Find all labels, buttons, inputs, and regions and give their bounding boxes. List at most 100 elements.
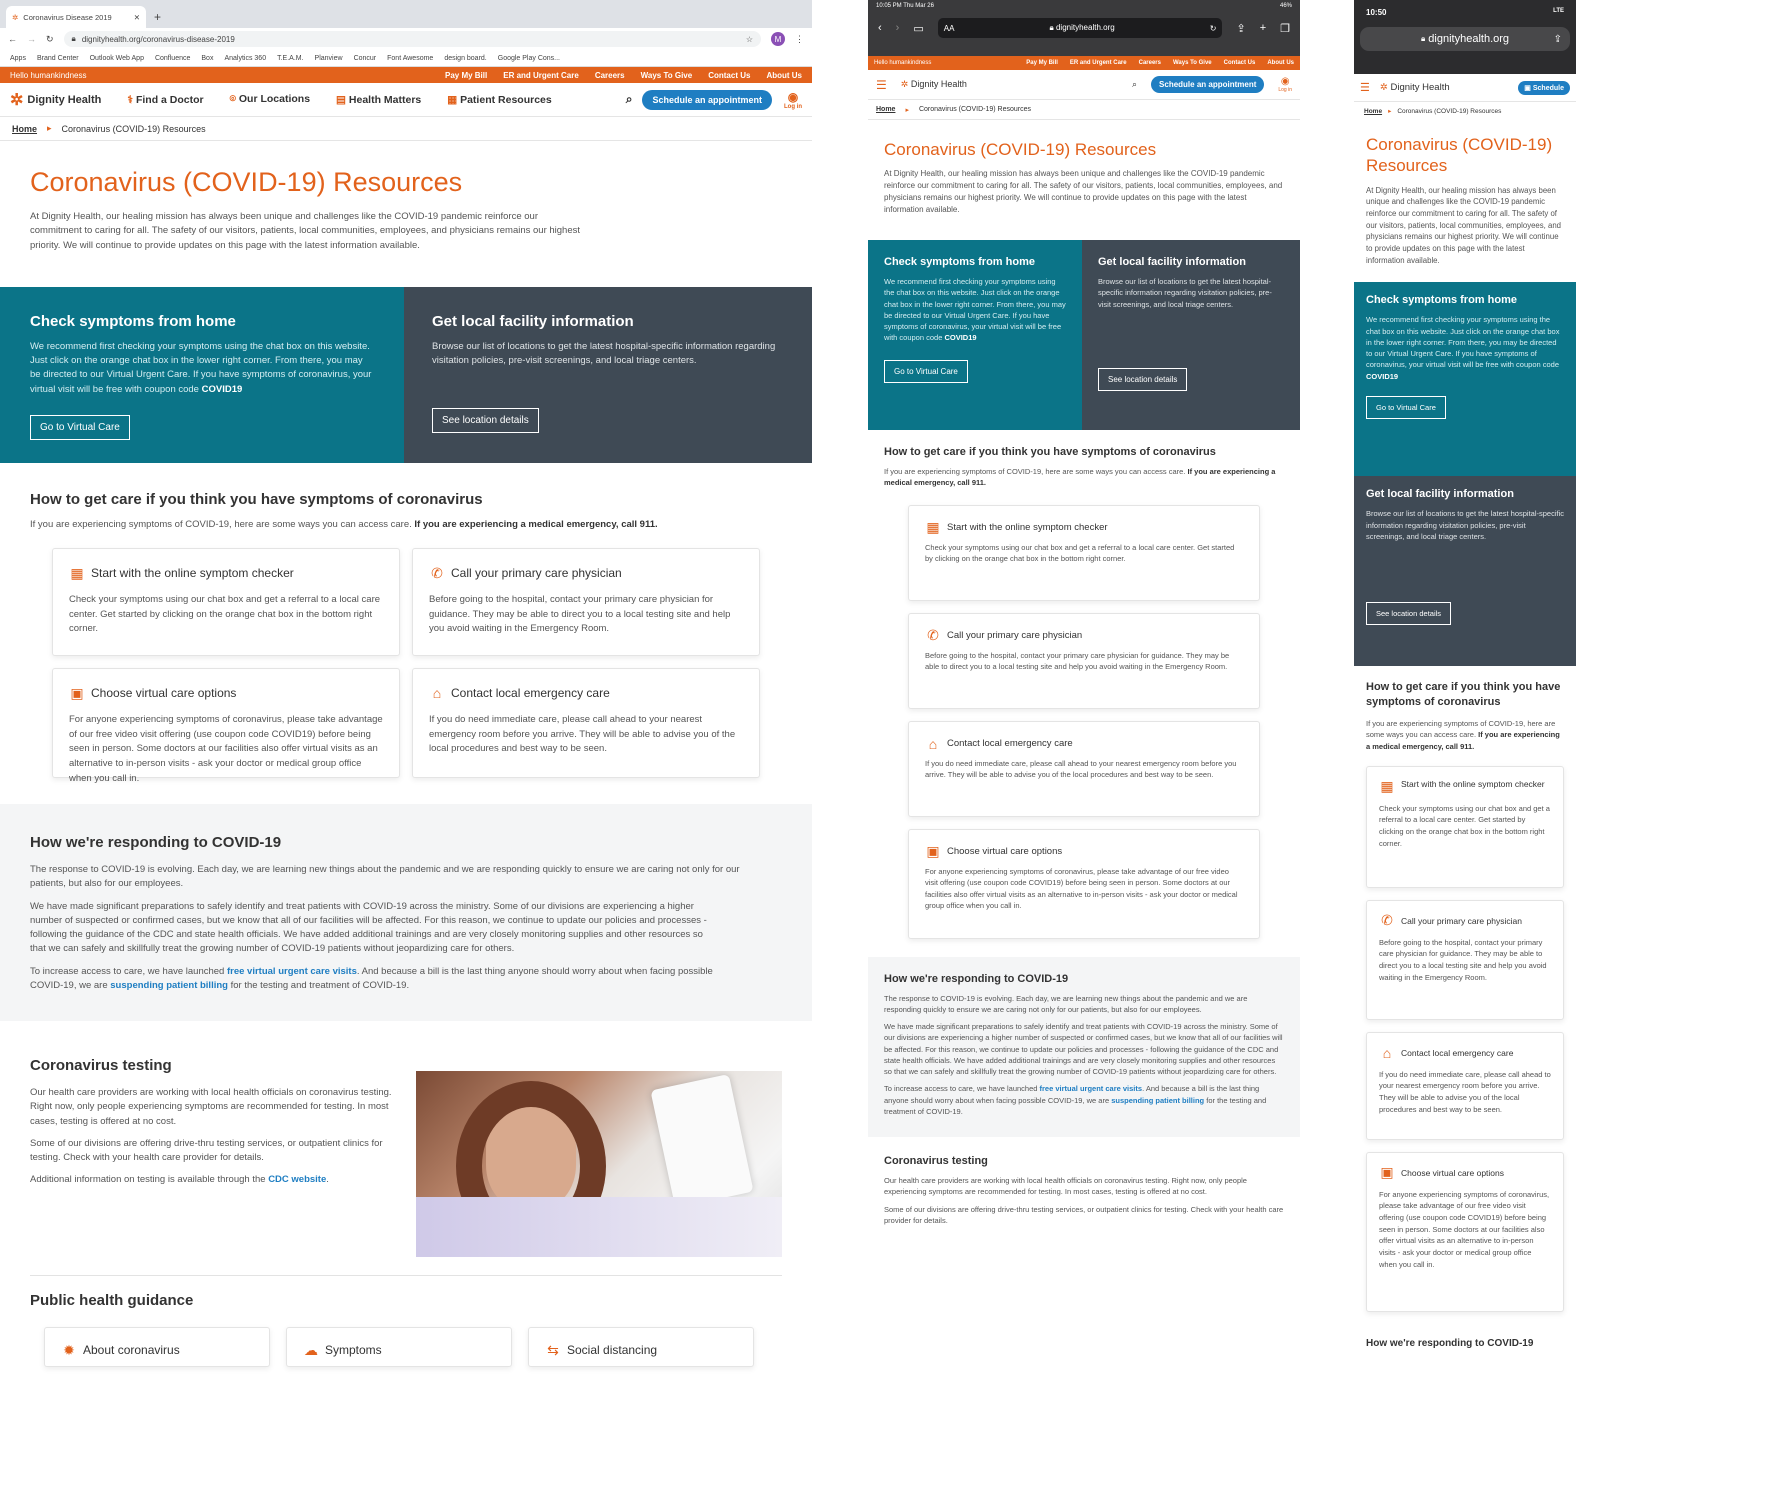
back-icon[interactable]: ‹ <box>878 22 882 34</box>
main-nav: ✲ Dignity Health ⚕ Find a Doctor ⌾ Our L… <box>0 83 812 117</box>
care-card[interactable]: ✆ Call your primary care physician Before … <box>908 612 1260 709</box>
bookmarks-icon[interactable]: ▭ <box>913 22 923 35</box>
bookmark-item[interactable]: design board. <box>444 55 486 62</box>
bookmark-item[interactable]: Concur <box>354 55 377 62</box>
reload-icon[interactable]: ↻ <box>46 34 54 45</box>
schedule-appointment-button[interactable]: Schedule an appointment <box>642 89 772 110</box>
login-button[interactable]: ◉ Log in <box>1278 76 1292 93</box>
location-details-button[interactable]: See location details <box>1098 367 1188 391</box>
card-title: Call your primary care physician <box>947 630 1083 641</box>
virtual-care-button[interactable]: Go to Virtual Care <box>1366 395 1446 419</box>
billing-link[interactable]: suspending patient billing <box>110 980 228 991</box>
care-card[interactable]: ⌂ Contact local emergency care If you do n… <box>1366 1031 1564 1140</box>
menu-dots-icon[interactable]: ⋮ <box>795 34 804 45</box>
bookmark-item[interactable]: Brand Center <box>37 55 79 62</box>
care-card[interactable]: ▦ Start with the online symptom checker Ch… <box>52 548 400 656</box>
nav-health-matters[interactable]: ▤ Health Matters <box>336 94 421 106</box>
location-details-button[interactable]: See location details <box>1366 602 1452 626</box>
search-icon[interactable]: ⌕ <box>1132 79 1137 90</box>
virtual-care-button[interactable]: Go to Virtual Care <box>30 414 130 440</box>
schedule-label: Schedule <box>1532 84 1564 92</box>
guidance-card[interactable]: ⇆ Social distancing <box>528 1327 754 1367</box>
utility-link[interactable]: Ways To Give <box>1173 60 1212 66</box>
responding-section: How we're responding to COVID-19 The res… <box>0 804 812 1021</box>
url-wrap: 🔒︎ dignityhealth.org <box>1049 23 1114 33</box>
share-icon[interactable]: ⇪ <box>1236 22 1245 35</box>
breadcrumb-home[interactable]: Home <box>12 124 37 134</box>
bookmark-item[interactable]: T.E.A.M. <box>277 55 303 62</box>
care-card[interactable]: ▣ Choose virtual care options For anyone e… <box>1366 1151 1564 1312</box>
brand-logo[interactable]: ✲ Dignity Health <box>10 90 101 110</box>
avatar[interactable]: M <box>771 32 785 46</box>
bookmark-item[interactable]: Apps <box>10 55 26 62</box>
bookmark-item[interactable]: Google Play Cons... <box>498 55 560 62</box>
card-title: Start with the online symptom checker <box>1401 778 1545 789</box>
billing-link[interactable]: suspending patient billing <box>1111 1096 1204 1105</box>
breadcrumb-home[interactable]: Home <box>876 106 895 113</box>
virtual-care-button[interactable]: Go to Virtual Care <box>884 359 968 383</box>
utility-link[interactable]: Pay My Bill <box>1026 60 1058 66</box>
hospital-icon: ⌂ <box>1382 1044 1392 1061</box>
search-icon[interactable]: ⌕ <box>626 92 633 107</box>
guidance-card[interactable]: ☁ Symptoms <box>286 1327 512 1367</box>
care-card[interactable]: ✆ Call your primary care physician Before … <box>1366 899 1564 1020</box>
utility-link[interactable]: About Us <box>766 71 802 80</box>
bookmark-item[interactable]: Box <box>201 55 213 62</box>
utility-link[interactable]: Pay My Bill <box>445 71 487 80</box>
care-card[interactable]: ▣ Choose virtual care options For anyone e… <box>52 668 400 784</box>
utility-link[interactable]: ER and Urgent Care <box>503 71 579 80</box>
new-tab-icon[interactable]: + <box>1260 22 1266 34</box>
breadcrumb-current: Coronavirus (COVID-19) Resources <box>1397 107 1502 115</box>
schedule-button[interactable]: ▣ Schedule <box>1518 80 1570 95</box>
brand-logo[interactable]: ✲ Dignity Health <box>1380 82 1450 93</box>
guidance-card[interactable]: ✹ About coronavirus <box>44 1327 270 1367</box>
address-bar[interactable]: 🔒︎ dignityhealth.org ⇪ <box>1360 27 1570 51</box>
bookmark-item[interactable]: Analytics 360 <box>224 55 266 62</box>
breadcrumb-home[interactable]: Home <box>1364 108 1382 115</box>
bookmark-item[interactable]: Font Awesome <box>387 55 433 62</box>
care-card[interactable]: ✆ Call your primary care physician Before … <box>412 548 760 656</box>
care-card[interactable]: ⌂ Contact local emergency care If you do n… <box>908 720 1260 817</box>
virtual-care-link[interactable]: free virtual urgent care visits <box>1040 1084 1143 1093</box>
forward-icon[interactable]: › <box>896 22 900 34</box>
new-tab-icon[interactable]: + <box>146 10 169 28</box>
cdc-link[interactable]: CDC website <box>268 1174 326 1185</box>
share-icon[interactable]: ⇪ <box>1554 34 1562 45</box>
address-bar[interactable]: AA 🔒︎ dignityhealth.org ↻ <box>937 18 1223 38</box>
reload-icon[interactable]: ↻ <box>1210 24 1217 33</box>
star-icon[interactable]: ☆ <box>746 35 753 44</box>
login-button[interactable]: ◉ Log in <box>784 90 802 110</box>
close-tab-icon[interactable]: ✕ <box>134 13 140 22</box>
bookmark-item[interactable]: Confluence <box>155 55 190 62</box>
care-card[interactable]: ▦ Start with the online symptom checker Ch… <box>908 504 1260 601</box>
reader-button[interactable]: AA <box>944 24 955 33</box>
bookmark-item[interactable]: Planview <box>315 55 343 62</box>
utility-link[interactable]: Contact Us <box>708 71 750 80</box>
care-card[interactable]: ▦ Start with the online symptom checker Ch… <box>1366 765 1564 888</box>
care-card[interactable]: ⌂ Contact local emergency care If you do n… <box>412 668 760 778</box>
utility-link[interactable]: Ways To Give <box>641 71 693 80</box>
user-icon: ◉ <box>787 89 799 104</box>
hamburger-icon[interactable]: ☰ <box>1360 81 1370 94</box>
panel-title: Check symptoms from home <box>884 256 1035 268</box>
utility-link[interactable]: Careers <box>595 71 625 80</box>
forward-icon[interactable]: → <box>27 34 36 44</box>
care-card[interactable]: ▣ Choose virtual care options For anyone e… <box>908 828 1260 939</box>
tabs-icon[interactable]: ❐ <box>1280 22 1290 35</box>
utility-link[interactable]: About Us <box>1267 60 1294 66</box>
utility-link[interactable]: Careers <box>1139 60 1161 66</box>
virtual-care-link[interactable]: free virtual urgent care visits <box>227 966 357 977</box>
hamburger-icon[interactable]: ☰ <box>876 78 887 92</box>
nav-find-doctor[interactable]: ⚕ Find a Doctor <box>127 94 203 106</box>
browser-tab[interactable]: ✲ Coronavirus Disease 2019 ✕ <box>6 6 146 28</box>
nav-patient-resources[interactable]: ▦ Patient Resources <box>447 94 551 106</box>
utility-link[interactable]: ER and Urgent Care <box>1070 60 1127 66</box>
nav-locations[interactable]: ⌾ Our Locations <box>230 93 310 106</box>
back-icon[interactable]: ← <box>8 34 17 44</box>
location-details-button[interactable]: See location details <box>432 408 539 434</box>
bookmark-item[interactable]: Outlook Web App <box>90 55 144 62</box>
address-bar[interactable]: 🔒︎ dignityhealth.org/coronavirus-disease… <box>63 31 761 47</box>
brand-logo[interactable]: ✲ Dignity Health <box>901 79 967 90</box>
schedule-appointment-button[interactable]: Schedule an appointment <box>1151 76 1265 93</box>
utility-link[interactable]: Contact Us <box>1224 60 1256 66</box>
